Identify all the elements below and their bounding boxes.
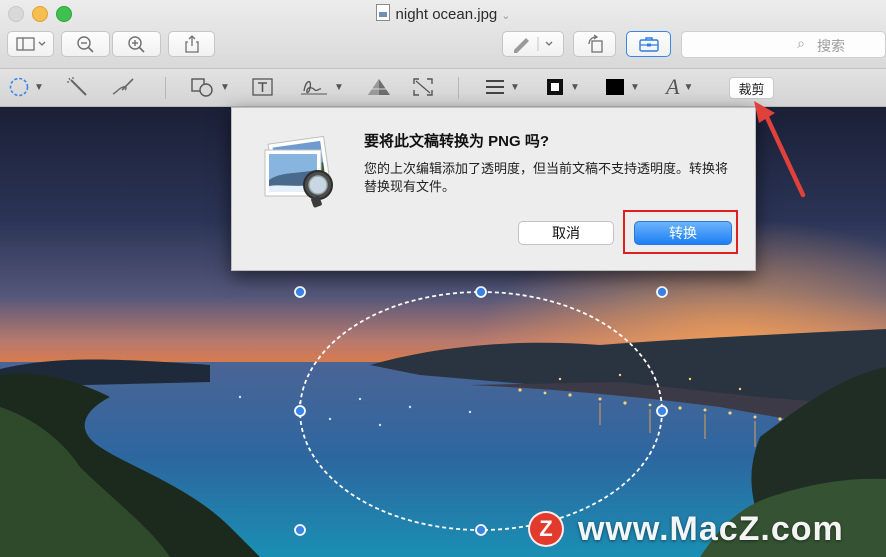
pen-icon [514, 37, 553, 53]
magic-wand-icon [67, 77, 87, 96]
dialog-title: 要将此文稿转换为 PNG 吗? [364, 133, 550, 150]
fill-color-icon [606, 79, 624, 95]
sidebar-view-button[interactable] [7, 31, 54, 57]
zoom-out-button[interactable] [61, 31, 110, 57]
shape-style-button[interactable]: ▼ [484, 75, 520, 99]
chevron-down-icon: ▼ [570, 81, 580, 93]
signature-icon [301, 80, 327, 95]
title-bar: night ocean.jpg ⌄ ⌕ 搜索 [0, 0, 886, 69]
preview-window: night ocean.jpg ⌄ ⌕ 搜索 ▼ ▼ ▼ ▼ ▼ ▼ A ▼ 裁… [0, 0, 886, 557]
document-icon [375, 4, 390, 21]
markup-pen-button[interactable] [502, 31, 564, 57]
border-color-button[interactable]: ▼ [544, 75, 580, 99]
font-icon: A [666, 74, 680, 99]
chevron-down-icon: ▼ [220, 81, 230, 93]
chevron-down-icon: ▼ [630, 81, 640, 93]
instant-alpha-button[interactable] [66, 75, 90, 99]
chevron-down-icon: ▼ [334, 81, 344, 93]
watermark-text: www.MacZ.com [578, 509, 844, 548]
adjust-color-icon [367, 79, 391, 95]
adjust-size-button[interactable] [411, 75, 435, 99]
rotate-button[interactable] [573, 31, 616, 57]
chevron-down-icon: ▼ [683, 81, 694, 93]
shapes-icon [191, 78, 213, 97]
window-title-text: night ocean.jpg [395, 6, 498, 23]
macz-logo-icon: Z [528, 511, 564, 547]
zoom-in-button[interactable] [112, 31, 161, 57]
text-box-icon [252, 78, 273, 96]
search-field[interactable]: ⌕ 搜索 [681, 31, 886, 58]
toolbar-divider [458, 77, 459, 99]
preview-app-icon [264, 135, 333, 208]
sidebar-icon [15, 37, 45, 51]
red-arrow-icon [754, 101, 806, 198]
fill-color-button[interactable]: ▼ [604, 75, 640, 99]
chevron-down-icon: ▼ [510, 81, 520, 93]
title-chevron-icon: ⌄ [501, 10, 511, 22]
sketch-button[interactable] [110, 75, 136, 99]
share-icon [184, 35, 199, 53]
text-style-button[interactable]: A ▼ [666, 74, 694, 99]
dialog-message: 您的上次编辑添加了透明度，但当前文稿不支持透明度。转换将替换现有文件。 [364, 161, 729, 194]
sketch-icon [112, 78, 134, 95]
zoom-in-icon [127, 36, 145, 53]
rotate-icon [587, 34, 603, 53]
signature-button[interactable]: ▼ [298, 75, 344, 99]
cancel-button[interactable]: 取消 [518, 221, 614, 245]
toolbox-icon [638, 37, 659, 52]
search-icon: ⌕ [797, 35, 805, 51]
shapes-button[interactable]: ▼ [190, 75, 230, 99]
resize-icon [413, 78, 433, 96]
zoom-out-icon [76, 36, 94, 53]
window-title[interactable]: night ocean.jpg ⌄ [0, 4, 886, 23]
chevron-down-icon: ▼ [34, 81, 44, 93]
adjust-color-button[interactable] [365, 75, 393, 99]
text-box-button[interactable] [251, 75, 275, 99]
search-placeholder: 搜索 [817, 38, 845, 54]
show-markup-toolbar-button[interactable] [626, 31, 671, 57]
share-button[interactable] [168, 31, 215, 57]
selection-tools-button[interactable]: ▼ [8, 75, 44, 99]
elliptical-selection-icon [9, 77, 29, 97]
convert-highlight-box [623, 210, 738, 254]
line-style-icon [486, 80, 504, 94]
watermark: Z www.MacZ.com [528, 506, 844, 552]
toolbar-divider [165, 77, 166, 99]
border-color-icon [547, 79, 563, 95]
